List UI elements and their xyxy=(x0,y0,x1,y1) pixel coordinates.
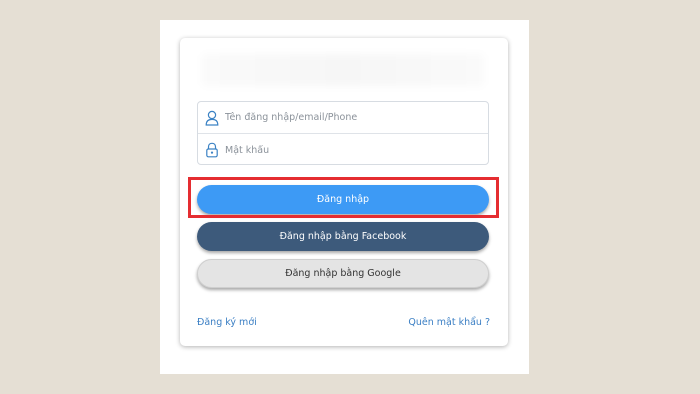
google-login-button[interactable]: Đăng nhập bằng Google xyxy=(197,259,489,288)
blurred-logo xyxy=(202,54,484,86)
login-card: Đăng nhập Đăng nhập bằng Facebook Đăng n… xyxy=(180,38,508,346)
username-input[interactable] xyxy=(225,112,465,123)
password-field-row xyxy=(198,134,488,166)
credentials-input-group xyxy=(197,101,489,165)
lock-icon xyxy=(205,142,219,158)
password-input[interactable] xyxy=(225,144,465,156)
username-field-row xyxy=(198,102,488,134)
login-button[interactable]: Đăng nhập xyxy=(197,185,489,214)
facebook-login-button[interactable]: Đăng nhập bằng Facebook xyxy=(197,222,489,251)
register-link[interactable]: Đăng ký mới xyxy=(197,317,257,328)
user-icon xyxy=(205,110,219,126)
forgot-password-link[interactable]: Quên mật khẩu ? xyxy=(408,317,490,328)
